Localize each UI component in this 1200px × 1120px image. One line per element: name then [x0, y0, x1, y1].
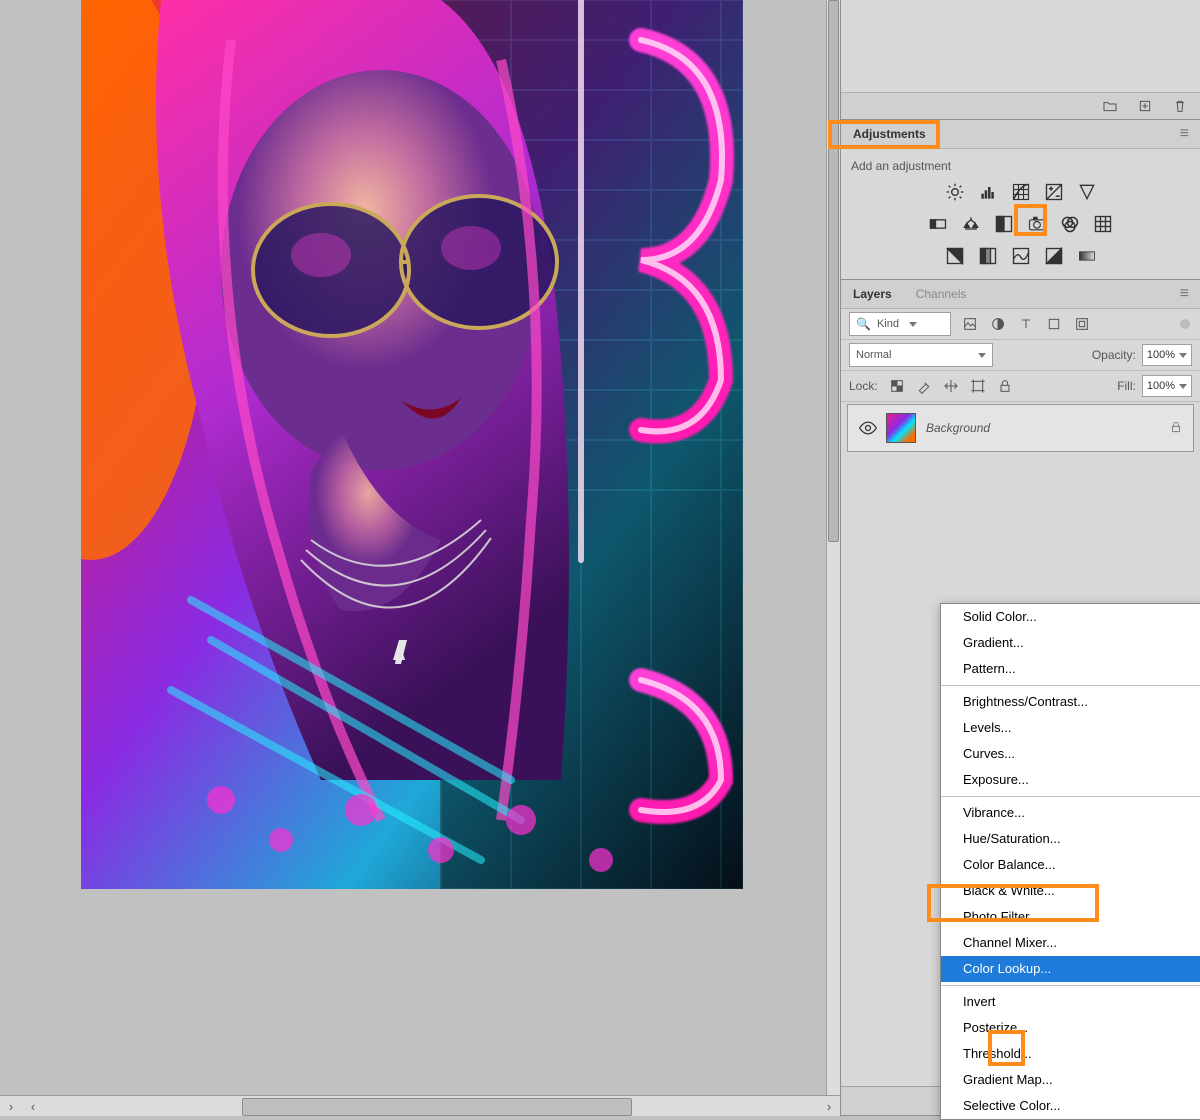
menu-color-lookup[interactable]: Color Lookup... [941, 956, 1200, 982]
new-icon[interactable] [1136, 98, 1153, 115]
adjustments-prompt: Add an adjustment [851, 159, 1190, 173]
levels-icon[interactable] [977, 181, 999, 203]
threshold-icon[interactable] [1010, 245, 1032, 267]
opacity-input[interactable]: 100% [1142, 344, 1192, 366]
menu-threshold[interactable]: Threshold... [941, 1041, 1200, 1067]
filter-toggle-icon[interactable] [1180, 319, 1190, 329]
vertical-scrollbar[interactable] [826, 0, 840, 1096]
scroll-right-button[interactable]: › [818, 1096, 840, 1116]
photo-filter-icon[interactable] [1026, 213, 1048, 235]
canvas-area[interactable]: › ‹ › [0, 0, 840, 1116]
menu-curves[interactable]: Curves... [941, 741, 1200, 767]
layer-name-label: Background [926, 421, 990, 435]
opacity-label: Opacity: [1092, 348, 1136, 362]
exposure-icon[interactable] [1043, 181, 1065, 203]
lock-position-icon[interactable] [942, 377, 960, 395]
fill-label: Fill: [1117, 379, 1136, 393]
lock-pixels-icon[interactable] [915, 377, 933, 395]
black-white-icon[interactable] [993, 213, 1015, 235]
menu-pattern[interactable]: Pattern... [941, 656, 1200, 682]
menu-selective-color[interactable]: Selective Color... [941, 1093, 1200, 1119]
menu-solid-color[interactable]: Solid Color... [941, 604, 1200, 630]
new-adjustment-layer-menu[interactable]: Solid Color... Gradient... Pattern... Br… [940, 603, 1200, 1120]
menu-separator [941, 685, 1200, 686]
menu-color-balance[interactable]: Color Balance... [941, 852, 1200, 878]
channel-mixer-icon[interactable] [1059, 213, 1081, 235]
menu-gradient[interactable]: Gradient... [941, 630, 1200, 656]
horizontal-scrollbar-track[interactable] [44, 1096, 818, 1116]
menu-exposure[interactable]: Exposure... [941, 767, 1200, 793]
visibility-toggle-icon[interactable] [858, 418, 878, 438]
menu-invert[interactable]: Invert [941, 989, 1200, 1015]
layer-locked-icon[interactable] [1169, 420, 1183, 437]
posterize-icon[interactable] [977, 245, 999, 267]
layers-panel-menu-icon[interactable]: ≡ [1180, 285, 1190, 303]
filter-type-icon[interactable] [1017, 315, 1035, 333]
menu-separator [941, 796, 1200, 797]
hue-saturation-icon[interactable] [927, 213, 949, 235]
trash-icon[interactable] [1171, 98, 1188, 115]
menu-channel-mixer[interactable]: Channel Mixer... [941, 930, 1200, 956]
layer-thumbnail[interactable] [886, 413, 916, 443]
invert-icon[interactable] [944, 245, 966, 267]
properties-footer [841, 92, 1200, 119]
lock-transparency-icon[interactable] [888, 377, 906, 395]
menu-brightness-contrast[interactable]: Brightness/Contrast... [941, 689, 1200, 715]
menu-separator [941, 985, 1200, 986]
menu-photo-filter[interactable]: Photo Filter... [941, 904, 1200, 930]
vibrance-icon[interactable] [1076, 181, 1098, 203]
filter-pixel-icon[interactable] [961, 315, 979, 333]
folder-icon[interactable] [1101, 98, 1118, 115]
layer-filter-kind-dropdown[interactable]: 🔍 Kind [849, 312, 951, 336]
filter-smart-icon[interactable] [1073, 315, 1091, 333]
menu-levels[interactable]: Levels... [941, 715, 1200, 741]
lock-all-icon[interactable] [996, 377, 1014, 395]
scroll-left-button[interactable]: ‹ [22, 1096, 44, 1116]
menu-gradient-map[interactable]: Gradient Map... [941, 1067, 1200, 1093]
filter-shape-icon[interactable] [1045, 315, 1063, 333]
tab-adjustments[interactable]: Adjustments [841, 120, 938, 148]
tab-layers[interactable]: Layers [841, 280, 904, 308]
selective-color-icon[interactable] [1076, 245, 1098, 267]
layer-item-background[interactable]: Background [847, 404, 1194, 452]
horizontal-scrollbar-thumb[interactable] [242, 1098, 632, 1116]
color-balance-icon[interactable] [960, 213, 982, 235]
tab-channels[interactable]: Channels [904, 280, 979, 308]
horizontal-scrollbar[interactable]: › ‹ › [0, 1095, 840, 1116]
fill-input[interactable]: 100% [1142, 375, 1192, 397]
brightness-contrast-icon[interactable] [944, 181, 966, 203]
document-image[interactable] [81, 0, 743, 889]
blend-mode-dropdown[interactable]: Normal [849, 343, 993, 367]
search-icon: 🔍 [856, 317, 871, 331]
menu-posterize[interactable]: Posterize... [941, 1015, 1200, 1041]
panel-menu-icon[interactable]: ≡ [1180, 125, 1190, 143]
filter-adjustment-icon[interactable] [989, 315, 1007, 333]
gradient-map-icon[interactable] [1043, 245, 1065, 267]
adjustment-preset-grid [851, 181, 1190, 267]
properties-preview-area [841, 0, 1200, 92]
scroll-hint-left[interactable]: › [0, 1096, 22, 1116]
menu-black-white[interactable]: Black & White... [941, 878, 1200, 904]
vertical-scrollbar-thumb[interactable] [828, 0, 839, 542]
menu-vibrance[interactable]: Vibrance... [941, 800, 1200, 826]
curves-icon[interactable] [1010, 181, 1032, 203]
menu-hue-saturation[interactable]: Hue/Saturation... [941, 826, 1200, 852]
color-lookup-icon[interactable] [1092, 213, 1114, 235]
lock-label: Lock: [849, 379, 878, 393]
lock-artboard-icon[interactable] [969, 377, 987, 395]
